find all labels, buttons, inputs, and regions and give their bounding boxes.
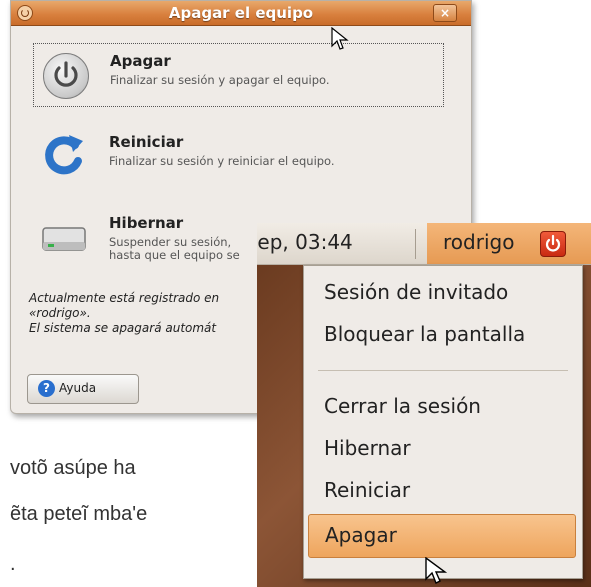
power-icon [40,50,90,100]
help-button[interactable]: ? Ayuda [27,374,139,404]
shutdown-option[interactable]: Apagar Finalizar su sesión y apagar el e… [33,43,444,107]
menu-item-lock-screen[interactable]: Bloquear la pantalla [308,314,574,356]
user-name: rodrigo [443,230,515,254]
restart-option-label: Reiniciar [109,133,184,151]
shutdown-option-label: Apagar [110,52,171,70]
menu-item-guest-session[interactable]: Sesión de invitado [308,272,574,314]
panel-menu-screenshot: sep, 03:44 rodrigo Sesión de invitado Bl… [257,223,591,587]
panel-separator [415,229,416,259]
background-text-line-3: . [10,553,16,575]
menu-item-label: Bloquear la pantalla [324,322,526,346]
hibernate-option-description: Suspender su sesión, hasta que el equipo… [109,236,240,262]
restart-option-description: Finalizar su sesión y reiniciar el equip… [109,154,335,168]
top-panel: sep, 03:44 rodrigo [257,223,591,265]
background-text-line-2: ẽta peteĩ mba'e [10,503,148,525]
menu-item-label: Hibernar [324,436,411,460]
menu-item-shutdown[interactable]: Apagar [308,514,576,558]
background-text-line-1: votõ asúpe ha [10,457,136,479]
restart-icon [39,131,89,181]
hibernate-description-line-2: hasta que el equipo se [109,248,240,262]
mouse-cursor-icon [331,27,349,50]
menu-item-label: Reiniciar [324,478,411,502]
mouse-cursor-icon [425,557,447,584]
status-line-2: «rodrigo». [29,306,91,320]
help-icon: ? [38,380,55,397]
shutdown-option-description: Finalizar su sesión y apagar el equipo. [110,73,330,87]
hard-drive-icon [39,212,89,262]
hibernate-option-label: Hibernar [109,214,184,232]
help-button-label: Ayuda [59,381,97,395]
close-button[interactable]: × [433,4,457,22]
user-dropdown-menu: Sesión de invitado Bloquear la pantalla … [303,265,583,579]
menu-separator [318,370,568,371]
dialog-title: Apagar el equipo [168,4,314,22]
dialog-titlebar: Apagar el equipo × [11,1,471,26]
menu-item-hibernate[interactable]: Hibernar [308,428,574,470]
menu-item-log-out[interactable]: Cerrar la sesión [308,386,574,428]
status-line-1: Actualmente está registrado en [29,291,220,305]
menu-item-label: Apagar [325,523,397,547]
status-line-3: El sistema se apagará automát [29,321,217,335]
status-message: Actualmente está registrado en «rodrigo»… [29,291,289,336]
power-icon [540,231,566,257]
menu-item-label: Cerrar la sesión [324,394,481,418]
menu-item-restart[interactable]: Reiniciar [308,470,574,512]
user-menu-button[interactable]: rodrigo [427,223,591,264]
menu-item-label: Sesión de invitado [324,280,509,304]
panel-clock[interactable]: sep, 03:44 [257,230,353,254]
restart-option[interactable]: Reiniciar Finalizar su sesión y reinicia… [33,125,442,187]
